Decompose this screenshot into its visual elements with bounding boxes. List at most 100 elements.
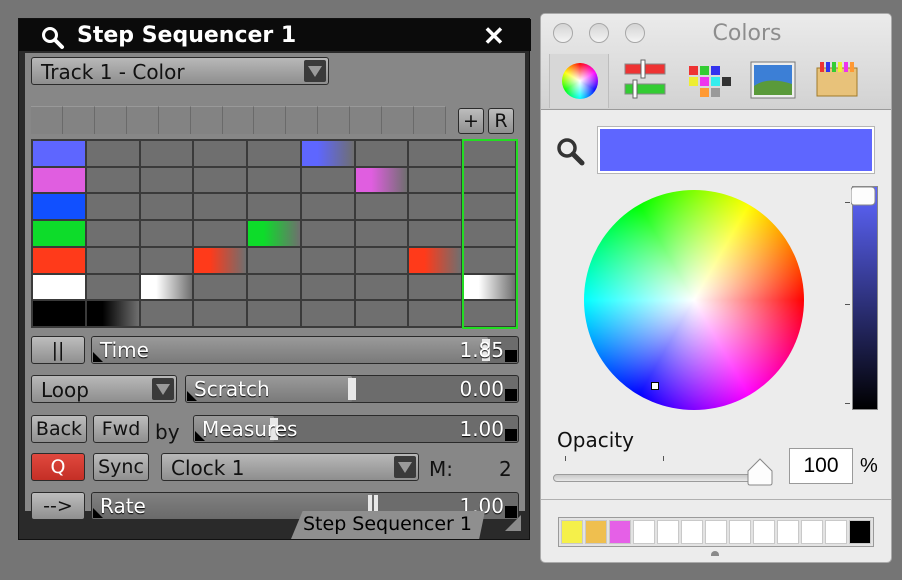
grid-cell[interactable] (463, 221, 515, 246)
step-header-cell[interactable] (126, 106, 159, 134)
grid-cell[interactable] (301, 167, 354, 193)
grid-step-active[interactable] (33, 167, 85, 193)
grid-cell[interactable] (140, 141, 193, 166)
grid-step-active[interactable] (248, 221, 300, 246)
color-wheel-marker[interactable] (651, 382, 659, 390)
selected-color-swatch[interactable] (597, 126, 875, 174)
step-header-cell[interactable] (94, 106, 127, 134)
palettes-tab[interactable] (679, 54, 739, 108)
resize-handle-icon[interactable] (505, 515, 521, 531)
grid-cell[interactable] (409, 301, 462, 326)
grid-step-active[interactable] (33, 301, 85, 326)
grid-cell[interactable] (86, 141, 139, 166)
scratch-slider-thumb[interactable] (348, 378, 356, 400)
grid-cell[interactable] (301, 301, 354, 326)
grid-cell[interactable] (86, 247, 139, 273)
step-header-cell[interactable] (286, 106, 319, 134)
grid-cell[interactable] (140, 167, 193, 193)
scratch-slider[interactable]: Scratch 0.00 (185, 375, 519, 403)
sliders-tab[interactable] (615, 54, 675, 108)
grid-cell[interactable] (248, 167, 300, 193)
step-header-cell[interactable] (414, 106, 446, 134)
grid-cell[interactable] (409, 167, 462, 193)
grid-cell[interactable] (194, 301, 247, 326)
step-header-cell[interactable] (350, 106, 383, 134)
grid-cell[interactable] (301, 194, 354, 220)
palette-swatch[interactable] (681, 520, 703, 544)
palette-swatch[interactable] (633, 520, 655, 544)
palette-swatch[interactable] (753, 520, 775, 544)
search-icon[interactable] (41, 26, 65, 50)
palette-swatch[interactable] (729, 520, 751, 544)
grid-step-active[interactable] (33, 141, 85, 166)
grid-cell[interactable] (463, 141, 515, 166)
grid-step-active[interactable] (355, 167, 408, 193)
grid-cell[interactable] (355, 194, 408, 220)
grid-step-active[interactable] (301, 141, 354, 166)
grid-cell[interactable] (140, 194, 193, 220)
grid-cell[interactable] (355, 247, 408, 273)
brightness-slider-thumb[interactable] (851, 184, 877, 208)
crayons-tab[interactable] (807, 54, 867, 108)
grid-cell[interactable] (140, 247, 193, 273)
grid-cell[interactable] (86, 167, 139, 193)
grid-cell[interactable] (409, 194, 462, 220)
grid-cell[interactable] (301, 247, 354, 273)
grid-cell[interactable] (463, 247, 515, 273)
grid-cell[interactable] (355, 141, 408, 166)
magnifier-icon[interactable] (555, 136, 585, 166)
time-slider[interactable]: Time 1.85 (91, 336, 519, 364)
palette-swatch[interactable] (705, 520, 727, 544)
color-wheel[interactable] (584, 190, 804, 410)
grid-step-active[interactable] (33, 221, 85, 246)
opacity-slider[interactable] (553, 474, 767, 482)
grid-cell[interactable] (86, 274, 139, 300)
grid-cell[interactable] (355, 221, 408, 246)
step-header-cell[interactable] (190, 106, 223, 134)
grid-cell[interactable] (248, 194, 300, 220)
grid-cell[interactable] (194, 141, 247, 166)
quantize-button[interactable]: Q (31, 453, 85, 481)
back-button[interactable]: Back (31, 415, 87, 443)
palette-swatch[interactable] (777, 520, 799, 544)
add-step-button[interactable]: + (458, 108, 484, 134)
grid-step-active[interactable] (194, 247, 247, 273)
arrow-button[interactable]: --> (31, 492, 85, 520)
grid-cell[interactable] (355, 274, 408, 300)
grid-cell[interactable] (86, 194, 139, 220)
palette-swatch[interactable] (825, 520, 847, 544)
palette-swatch[interactable] (657, 520, 679, 544)
grid-cell[interactable] (301, 221, 354, 246)
grid-cell[interactable] (463, 194, 515, 220)
grid-cell[interactable] (248, 247, 300, 273)
grid-cell[interactable] (409, 274, 462, 300)
image-tab[interactable] (743, 54, 803, 108)
reset-button[interactable]: R (488, 108, 514, 134)
grid-cell[interactable] (355, 301, 408, 326)
color-wheel-tab[interactable] (549, 54, 609, 108)
grid-cell[interactable] (194, 274, 247, 300)
sequencer-tab[interactable]: Step Sequencer 1 (291, 511, 485, 539)
brightness-slider[interactable] (852, 186, 878, 410)
grid-step-active[interactable] (140, 274, 193, 300)
grid-step-active[interactable] (33, 274, 85, 300)
grid-cell[interactable] (194, 221, 247, 246)
grid-cell[interactable] (140, 221, 193, 246)
step-header-cell[interactable] (62, 106, 95, 134)
palette-swatch[interactable] (801, 520, 823, 544)
close-icon[interactable]: ✕ (483, 21, 505, 52)
grid-cell[interactable] (194, 194, 247, 220)
grid-cell[interactable] (194, 167, 247, 193)
step-header-cell[interactable] (382, 106, 415, 134)
grid-cell[interactable] (463, 301, 515, 326)
grid-cell[interactable] (248, 141, 300, 166)
palette-swatch[interactable] (561, 520, 583, 544)
step-header-cell[interactable] (158, 106, 191, 134)
palette-swatch[interactable] (849, 520, 871, 544)
palette-swatch[interactable] (609, 520, 631, 544)
opacity-slider-thumb[interactable] (746, 457, 774, 487)
loop-select[interactable]: Loop (31, 375, 177, 403)
grid-cell[interactable] (409, 141, 462, 166)
grid-cell[interactable] (248, 274, 300, 300)
grid-cell[interactable] (463, 167, 515, 193)
